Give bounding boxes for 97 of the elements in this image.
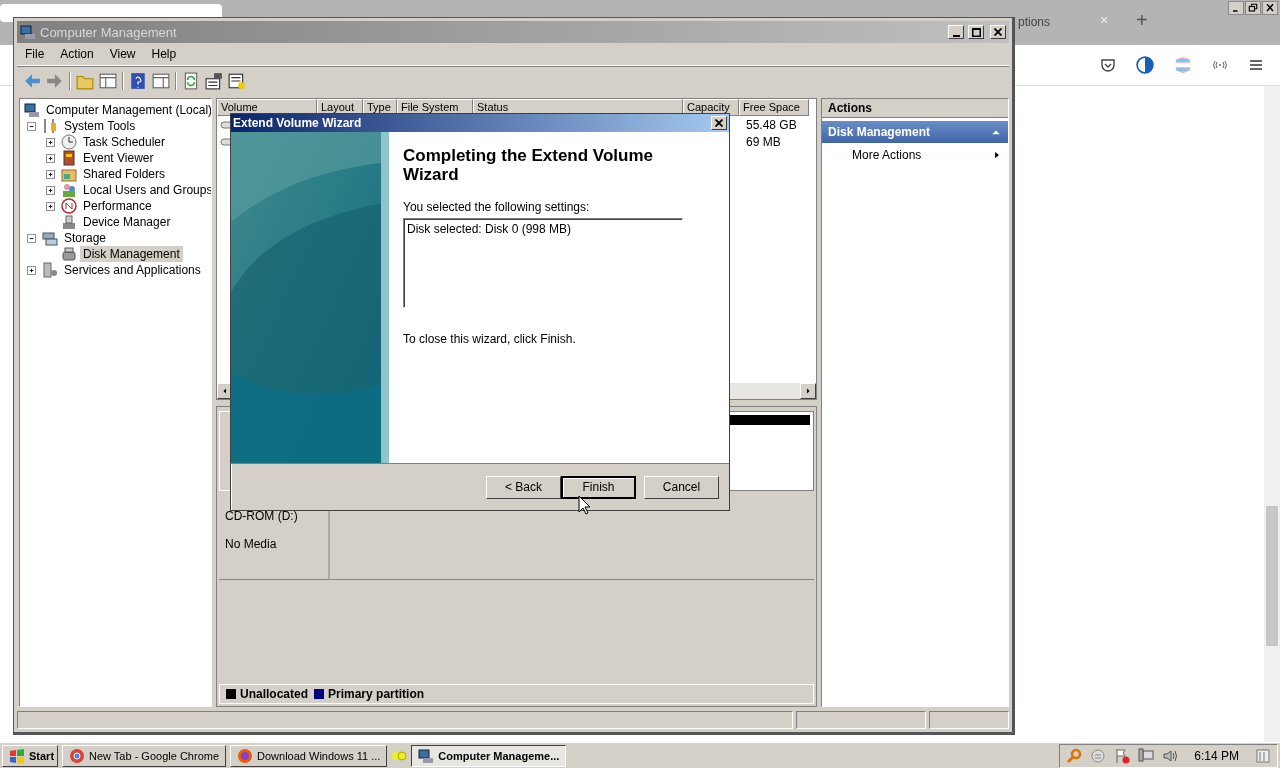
taskbar-button[interactable]: New Tab - Google Chrome (62, 744, 227, 767)
flag-icon[interactable] (1114, 747, 1131, 764)
app-icon (418, 747, 435, 764)
menu-icon[interactable] (1248, 57, 1264, 73)
tree-item[interactable]: Device Manager (80, 214, 174, 230)
help-icon[interactable] (129, 72, 147, 90)
wizard-icon[interactable] (228, 72, 246, 90)
tree-node-icon (61, 134, 77, 150)
tree-node-icon (61, 166, 77, 182)
close-button[interactable] (990, 25, 1006, 39)
tree-item[interactable]: Disk Management (80, 246, 183, 262)
plus-icon (47, 186, 54, 194)
circle-icon (237, 747, 254, 764)
minimize-icon (952, 34, 960, 37)
plus-icon (28, 266, 35, 274)
close-button[interactable] (711, 116, 727, 130)
settings-caption: You selected the following settings: (403, 200, 591, 214)
tree-node-icon (61, 214, 77, 230)
tree-node-icon (61, 246, 77, 262)
menu-item[interactable]: Help (143, 47, 185, 61)
pocket-icon[interactable] (1100, 57, 1116, 73)
menu-item[interactable]: Action (52, 47, 102, 61)
speaker-icon[interactable] (1162, 747, 1179, 764)
windows-logo-icon (9, 747, 25, 764)
action-item[interactable]: More Actions (822, 143, 1008, 167)
menu-item[interactable]: View (101, 47, 144, 61)
table-cell-text: 55.48 GB (745, 117, 797, 132)
expander-icon[interactable] (46, 185, 55, 195)
plus-icon (47, 154, 54, 162)
dialog-button[interactable]: Cancel (644, 475, 719, 499)
tree-item[interactable]: Performance (80, 198, 155, 214)
plus-icon (47, 170, 54, 178)
tree-node-icon (24, 102, 40, 118)
tree-node-icon (61, 182, 77, 198)
window-title: Computer Management (40, 24, 178, 40)
half-circle-icon[interactable] (1136, 56, 1154, 74)
wizard-heading: Completing the Extend Volume Wizard (403, 146, 654, 184)
close-icon (715, 119, 723, 127)
dialog-button[interactable]: < Back (486, 475, 561, 499)
expander-icon[interactable] (27, 265, 36, 275)
scroll-thumb[interactable] (1266, 506, 1278, 646)
start-button[interactable]: Start (2, 744, 58, 767)
tree-node-icon (61, 150, 77, 166)
tree-node-icon (42, 262, 58, 278)
tree-item[interactable]: Storage (61, 230, 110, 246)
plus-icon (47, 202, 54, 210)
pane-icon[interactable] (99, 72, 117, 90)
expander-icon[interactable] (46, 169, 55, 179)
maximize-icon (971, 27, 981, 37)
expander-icon[interactable] (46, 153, 55, 163)
closing-text: To close this wizard, click Finish. (403, 332, 577, 346)
dialog-title: Extend Volume Wizard (233, 116, 362, 130)
tree-node-icon (61, 198, 77, 214)
tree-item[interactable]: Computer Management (Local) (43, 102, 211, 118)
tree-item[interactable]: Services and Applications (61, 262, 204, 278)
restore-icon[interactable] (1245, 1, 1261, 15)
expander-icon[interactable] (46, 137, 55, 147)
pane-icon[interactable] (152, 72, 170, 90)
cursor-icon (578, 495, 590, 515)
refresh-icon[interactable] (182, 72, 200, 90)
clock[interactable]: 6:14 PM (1186, 748, 1247, 763)
left-arrow-icon (221, 387, 229, 395)
tree-item[interactable]: Shared Folders (80, 166, 169, 182)
minimize-icon[interactable] (1228, 1, 1244, 15)
tree-item[interactable]: Task Scheduler (80, 134, 169, 150)
tree-item[interactable]: System Tools (61, 118, 139, 134)
new-tab-button[interactable]: + (1136, 9, 1148, 32)
dialog-button[interactable]: Finish (561, 475, 636, 499)
taskbar-button[interactable]: Computer Manageme... (411, 744, 567, 767)
app-icon (20, 24, 36, 40)
legend-label: Primary partition (328, 687, 425, 701)
tab-title[interactable]: ptions (1018, 15, 1051, 29)
properties-icon[interactable] (205, 72, 223, 90)
close-icon[interactable] (1262, 1, 1278, 15)
drive-label: CD-ROM (D:) (225, 509, 299, 523)
maximize-button[interactable] (968, 25, 984, 39)
tree-node-icon (42, 118, 58, 134)
right-arrow-icon (804, 387, 812, 395)
tree-node-icon (42, 230, 58, 246)
drive-status: No Media (225, 537, 278, 551)
column-header[interactable]: Free Space (739, 99, 809, 116)
close-icon (994, 28, 1002, 36)
expander-icon[interactable] (27, 233, 36, 243)
menu-item[interactable]: File (17, 47, 53, 61)
expander-icon[interactable] (46, 201, 55, 211)
plus-icon (47, 138, 54, 146)
scroll-right-button[interactable] (800, 383, 816, 399)
legend-label: Unallocated (240, 687, 308, 701)
expander-icon[interactable] (27, 121, 36, 131)
taskbar-button[interactable]: Download Windows 11 ... (230, 744, 388, 767)
settings-box: Disk selected: Disk 0 (998 MB) (403, 218, 683, 308)
table-cell-text: 69 MB (745, 134, 781, 149)
tree-item[interactable]: Event Viewer (80, 150, 157, 166)
actions-header: Actions (822, 99, 1008, 118)
minimize-button[interactable] (948, 25, 964, 39)
actions-section[interactable]: Disk Management (822, 121, 1008, 143)
network-icon[interactable] (1138, 747, 1155, 764)
